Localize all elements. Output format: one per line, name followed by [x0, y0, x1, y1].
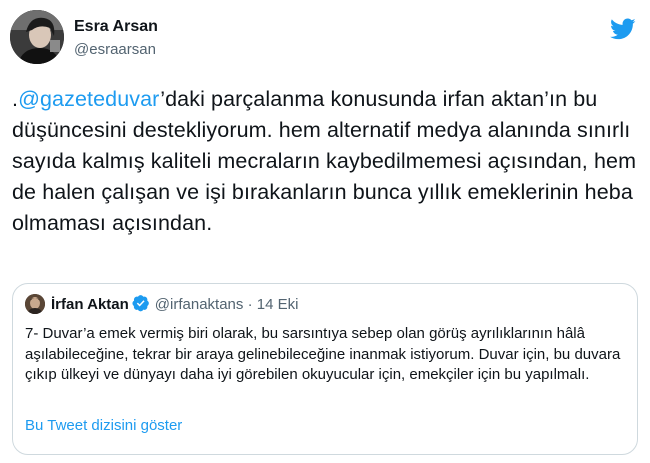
quoted-avatar-photo — [25, 294, 45, 314]
author-avatar[interactable] — [10, 10, 64, 64]
mention-link[interactable]: @gazeteduvar — [18, 87, 160, 111]
quoted-author-avatar[interactable] — [25, 294, 45, 314]
tweet-text: .@gazeteduvar’daki parçalanma konusunda … — [12, 84, 640, 239]
separator-dot: · — [247, 296, 253, 313]
author-handle[interactable]: @esraarsan — [74, 40, 156, 60]
quoted-author-handle[interactable]: @irfanaktans — [155, 296, 244, 313]
show-thread-link[interactable]: Bu Tweet dizisini göster — [25, 416, 182, 436]
tweet-header: Esra Arsan @esraarsan — [10, 10, 640, 66]
quoted-tweet-card[interactable]: İrfan Aktan @irfanaktans · 14 Eki 7- Duva… — [12, 283, 638, 455]
quoted-tweet-header: İrfan Aktan @irfanaktans · 14 Eki — [51, 294, 298, 314]
avatar-photo — [10, 10, 64, 64]
quoted-tweet-text: 7- Duvar’a emek vermiş biri olarak, bu s… — [25, 325, 621, 383]
quoted-author-name[interactable]: İrfan Aktan — [51, 296, 129, 313]
verified-badge-icon — [132, 295, 149, 312]
quoted-tweet-date[interactable]: 14 Eki — [257, 296, 299, 313]
author-display-name[interactable]: Esra Arsan — [74, 17, 158, 37]
tweet-card: Esra Arsan @esraarsan .@gazeteduvar’daki… — [0, 0, 650, 463]
twitter-bird-icon[interactable] — [610, 16, 636, 42]
